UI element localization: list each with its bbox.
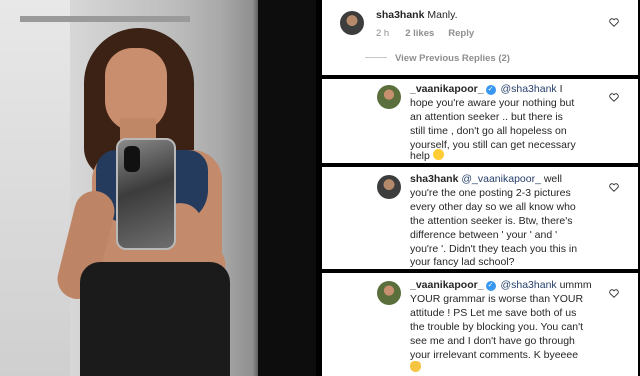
comment-text: help: [410, 150, 430, 162]
comment-text: still time , don't go all hopeless on: [410, 125, 567, 137]
phone-camera: [124, 146, 140, 172]
comment-mention[interactable]: @sha3hank: [500, 83, 556, 95]
waving-hand-icon: [410, 361, 421, 372]
comment-username[interactable]: sha3hank: [410, 173, 458, 185]
comment-card: sha3hank @_vaanikapoor_ well you're the …: [322, 167, 638, 269]
comment-text: Manly.: [427, 9, 458, 21]
avatar[interactable]: [377, 85, 401, 109]
leggings: [80, 262, 230, 376]
avatar[interactable]: [377, 175, 401, 199]
comment-line: _vaanikapoor_ ✓ @sha3hank I: [410, 82, 563, 96]
verified-badge-icon: ✓: [485, 85, 496, 95]
post-photo: [0, 0, 316, 376]
comment-card: _vaanikapoor_ ✓ @sha3hank ummm YOUR gramm…: [322, 273, 638, 376]
comment-text: I: [556, 83, 563, 95]
comment-text: the trouble by blocking you. You can't: [410, 321, 584, 333]
comment-text: attitude ! PS Let me save both of us: [410, 307, 577, 319]
comment-meta: 2 h 2 likes Reply: [376, 28, 474, 39]
comment-text: the attention seeker is. Btw, there's: [410, 215, 573, 227]
comment-text: see me and I don't have go through: [410, 335, 575, 347]
view-previous-replies-label[interactable]: View Previous Replies (2): [395, 53, 510, 64]
smiling-face-icon: [432, 149, 444, 160]
comment-line: sha3hank @_vaanikapoor_ well: [410, 172, 562, 186]
comment-username[interactable]: sha3hank: [376, 9, 424, 21]
comment-text: ummm: [556, 279, 592, 291]
heart-outline-icon[interactable]: [609, 93, 619, 102]
comment-text: an attention seeker .. but there is: [410, 111, 563, 123]
divider: [365, 57, 387, 58]
bathroom-wall: [0, 0, 70, 376]
comment-time: 2 h: [376, 28, 390, 39]
comment-text: you're the one posting 2-3 pictures: [410, 187, 571, 199]
comment-line: _vaanikapoor_ ✓ @sha3hank ummm: [410, 278, 592, 292]
comments-column: sha3hank Manly. 2 h 2 likes Reply View Pre…: [322, 0, 640, 376]
comment-line: [410, 361, 421, 375]
comment-card: _vaanikapoor_ ✓ @sha3hank I hope you're a…: [322, 79, 638, 163]
comment-mention[interactable]: @sha3hank: [500, 279, 556, 291]
comment-text: your fancy lad school?: [410, 256, 515, 268]
comment-likes[interactable]: 2 likes: [405, 28, 434, 39]
heart-outline-icon[interactable]: [609, 18, 619, 27]
verified-badge-icon: ✓: [485, 281, 496, 291]
comment-text: well: [540, 173, 562, 185]
comment-username[interactable]: _vaanikapoor_: [410, 83, 484, 95]
comment-mention[interactable]: @_vaanikapoor_: [461, 173, 541, 185]
comment-card: sha3hank Manly. 2 h 2 likes Reply View Pre…: [322, 0, 638, 75]
comment-line: sha3hank Manly.: [376, 8, 458, 22]
smartphone: [116, 138, 176, 250]
comment-text: every other day so we all know who: [410, 201, 576, 213]
door-edge: [258, 0, 316, 376]
comment-text: hope you're aware your nothing but: [410, 97, 575, 109]
comment-text: difference between ' your ' and ': [410, 229, 558, 241]
comment-text: YOUR grammar is worse than YOUR: [410, 293, 584, 305]
avatar[interactable]: [377, 281, 401, 305]
mirror-frame: [20, 16, 190, 22]
comment-text: your irrelevant comments. K byeeee: [410, 349, 579, 361]
heart-outline-icon[interactable]: [609, 289, 619, 298]
comment-line: help: [410, 149, 444, 163]
comment-username[interactable]: _vaanikapoor_: [410, 279, 484, 291]
view-previous-replies[interactable]: View Previous Replies (2): [365, 53, 510, 64]
avatar[interactable]: [340, 11, 364, 35]
heart-outline-icon[interactable]: [609, 183, 619, 192]
reply-button[interactable]: Reply: [448, 28, 474, 39]
